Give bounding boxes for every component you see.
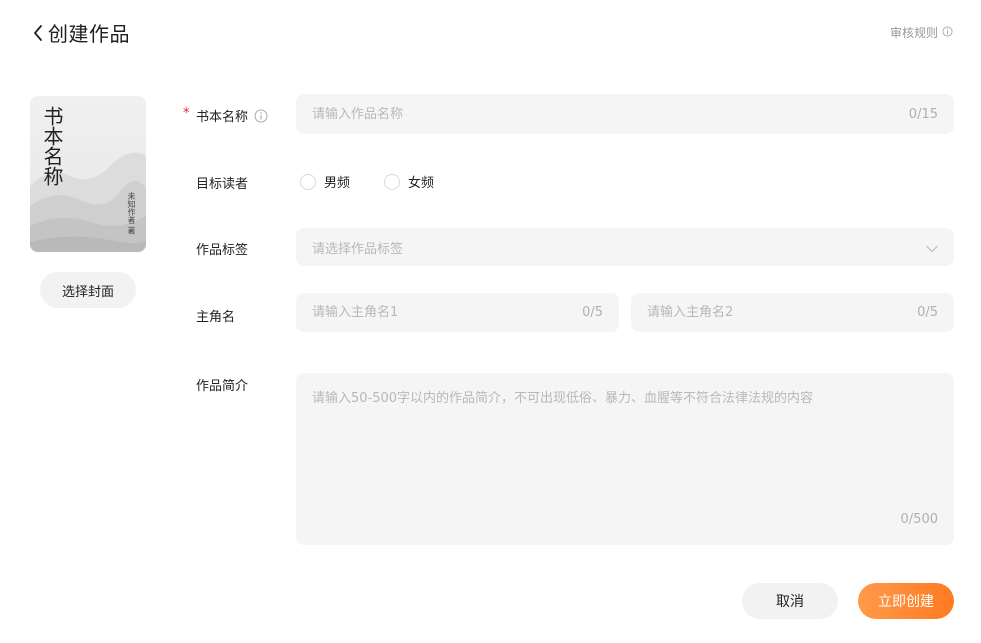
review-rules-link[interactable]: 审核规则 <box>890 24 953 41</box>
book-name-label-row: 书本名称 <box>196 106 268 125</box>
target-reader-radio-group: 男频 女频 <box>300 172 468 191</box>
protagonist-label: 主角名 <box>196 310 236 325</box>
info-icon[interactable] <box>254 109 268 123</box>
radio-female[interactable]: 女频 <box>384 172 434 191</box>
book-name-input[interactable] <box>312 106 901 122</box>
radio-male[interactable]: 男频 <box>300 172 350 191</box>
chevron-left-icon[interactable] <box>30 19 46 47</box>
protagonist-1-counter: 0/5 <box>582 305 603 320</box>
summary-textarea[interactable] <box>312 389 938 529</box>
protagonist-1-input[interactable] <box>312 305 575 320</box>
protagonist-2-counter: 0/5 <box>917 305 938 320</box>
create-button[interactable]: 立即创建 <box>858 583 954 619</box>
tags-label: 作品标签 <box>196 243 249 258</box>
page-header: 创建作品 <box>30 18 130 47</box>
book-name-label: 书本名称 <box>196 110 249 125</box>
book-name-field: 0/15 <box>296 94 954 134</box>
cancel-button[interactable]: 取消 <box>742 583 838 619</box>
tags-placeholder: 请选择作品标签 <box>312 241 404 257</box>
review-rules-label: 审核规则 <box>889 26 938 40</box>
page-title: 创建作品 <box>48 22 130 46</box>
cover-preview: 书本名称 未知作者 著 <box>30 96 146 252</box>
radio-male-label: 男频 <box>324 176 351 191</box>
chevron-down-icon <box>926 238 938 257</box>
radio-circle[interactable] <box>384 173 401 190</box>
protagonist-1-field: 0/5 <box>296 293 619 332</box>
info-icon <box>942 25 953 40</box>
target-reader-label: 目标读者 <box>196 177 249 192</box>
choose-cover-button[interactable]: 选择封面 <box>40 272 136 308</box>
radio-female-label: 女频 <box>408 176 435 191</box>
protagonist-2-input[interactable] <box>647 305 910 320</box>
cover-author: 未知作者 著 <box>127 192 136 235</box>
required-mark: * <box>183 106 190 121</box>
radio-circle[interactable] <box>300 173 316 190</box>
book-name-counter: 0/15 <box>908 106 938 122</box>
tags-select[interactable]: 请选择作品标签 <box>296 228 954 266</box>
protagonist-2-field: 0/5 <box>631 293 954 332</box>
summary-field: 0/500 <box>296 373 954 545</box>
summary-counter: 0/500 <box>900 512 938 527</box>
summary-label: 作品简介 <box>196 379 249 394</box>
cover-title: 书本名称 <box>40 106 64 186</box>
